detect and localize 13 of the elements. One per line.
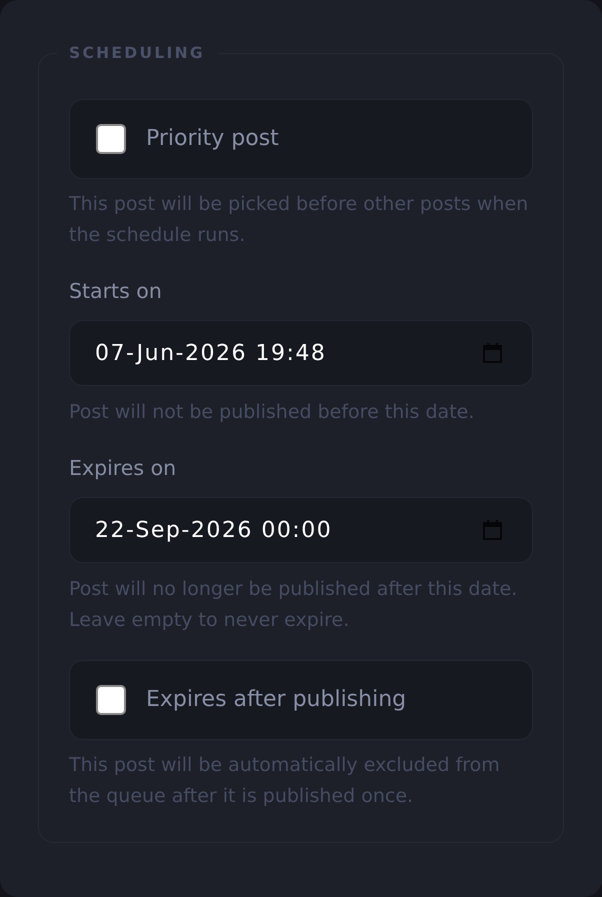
section-legend: SCHEDULING <box>57 41 218 65</box>
checkbox[interactable] <box>96 124 126 154</box>
field-label: Starts on <box>69 278 162 305</box>
help-text: Post will not be published before this date. <box>69 400 476 425</box>
checkbox[interactable] <box>96 685 126 715</box>
help-text: This post will be automatically excluded from the queue after it is published once. <box>69 753 501 809</box>
help-text: Post will no longer be published after this date. Leave empty to never expire. <box>69 577 518 633</box>
date-input[interactable]: 22-Sep-2026 00:00 <box>69 497 533 563</box>
checkbox-label: Priority post <box>146 125 279 153</box>
checkbox-label: Expires after publishing <box>146 686 406 714</box>
field-label: Expires on <box>69 455 176 482</box>
help-text: This post will be picked before other posts when the schedule runs. <box>69 192 530 248</box>
date-input[interactable]: 07-Jun-2026 19:48 <box>69 320 533 386</box>
